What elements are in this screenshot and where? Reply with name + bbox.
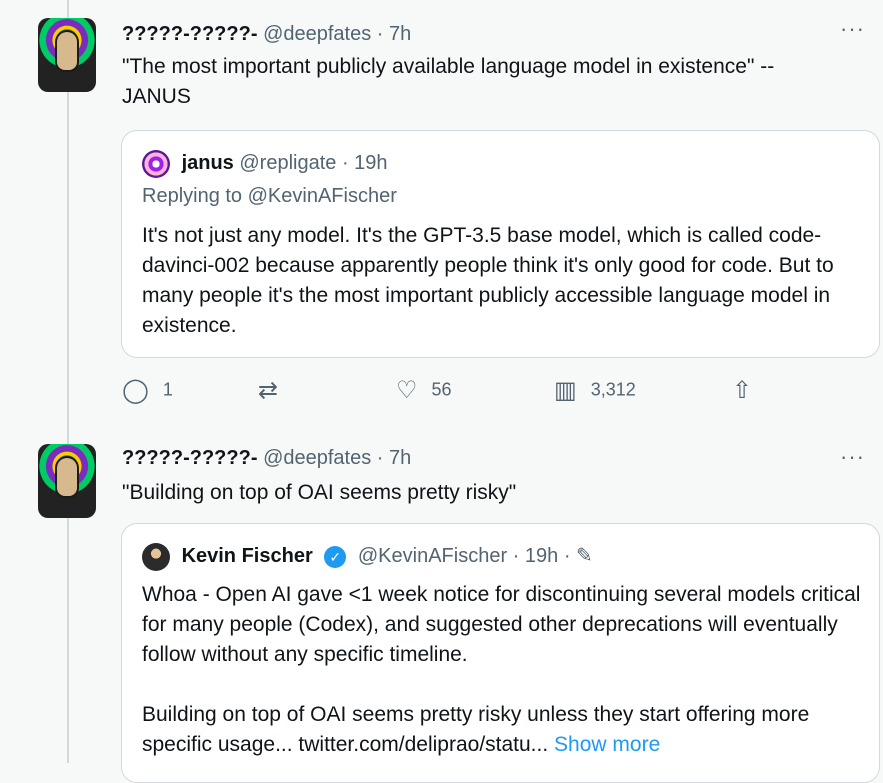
like-count: 56: [431, 379, 452, 400]
author-name[interactable]: ?????-?????-: [122, 447, 258, 469]
retweet-button[interactable]: ⇄: [258, 376, 292, 405]
avatar[interactable]: [38, 18, 96, 92]
heart-icon: ♡: [396, 377, 418, 404]
quoted-author-handle: @repligate: [239, 152, 337, 174]
quoted-text-body: Building on top of OAI seems pretty risk…: [142, 703, 810, 756]
quoted-author-name: Kevin Fischer: [181, 545, 313, 567]
quoted-text: It's not just any model. It's the GPT-3.…: [142, 224, 834, 337]
tweet-header: ?????-?????- @deepfates · 7h: [122, 444, 411, 472]
like-button[interactable]: ♡ 56: [396, 376, 452, 405]
views-button[interactable]: ▥ 3,312: [554, 376, 636, 405]
quoted-avatar: [142, 542, 170, 571]
author-handle[interactable]: @deepfates: [263, 23, 371, 45]
retweet-icon: ⇄: [258, 377, 279, 404]
quoted-author-name: janus: [181, 152, 234, 174]
reply-count: 1: [162, 379, 173, 400]
more-options-icon[interactable]: ···: [840, 444, 865, 470]
verified-icon: ✓: [324, 545, 347, 568]
share-icon: ⇧: [732, 377, 753, 404]
avatar[interactable]: [38, 444, 96, 518]
timestamp[interactable]: · 7h: [377, 447, 411, 469]
tweet[interactable]: ?????-?????- @deepfates · 7h ··· "The mo…: [0, 0, 883, 428]
more-options-icon[interactable]: ···: [840, 16, 865, 42]
tweet-text: "Building on top of OAI seems pretty ris…: [122, 481, 517, 504]
quoted-author-handle: @KevinAFischer: [357, 545, 508, 567]
tweet-header: ?????-?????- @deepfates · 7h: [122, 20, 411, 48]
quoted-avatar: [142, 149, 170, 178]
quoted-header: janus @repligate · 19h: [142, 149, 388, 178]
replying-to: Replying to @KevinAFischer: [142, 185, 397, 207]
author-handle[interactable]: @deepfates: [263, 447, 371, 469]
pencil-icon: ✎: [576, 545, 593, 567]
show-more-link[interactable]: Show more: [554, 733, 660, 756]
author-name[interactable]: ?????-?????-: [122, 23, 258, 45]
quoted-header: Kevin Fischer ✓ @KevinAFischer · 19h · ✎: [142, 542, 593, 571]
reply-button[interactable]: ◯ 1: [122, 376, 173, 405]
quoted-text-paragraph-1: Whoa - Open AI gave <1 week notice for d…: [142, 583, 861, 666]
quoted-timestamp: · 19h ·: [512, 545, 571, 567]
quoted-timestamp: · 19h: [341, 152, 388, 174]
tweet-actions: ◯ 1 ⇄ ♡ 56 ▥ 3,312 ⇧: [122, 368, 882, 418]
tweet[interactable]: ?????-?????- @deepfates · 7h ··· "Buildi…: [0, 428, 883, 783]
quoted-text-paragraph-2: Building on top of OAI seems pretty risk…: [142, 700, 872, 760]
views-count: 3,312: [590, 379, 636, 400]
timestamp[interactable]: · 7h: [377, 23, 411, 45]
share-button[interactable]: ⇧: [732, 376, 766, 405]
quoted-tweet[interactable]: janus @repligate · 19h Replying to @Kevi…: [121, 130, 880, 358]
tweet-text: "The most important publicly available l…: [122, 55, 775, 108]
quoted-tweet[interactable]: Kevin Fischer ✓ @KevinAFischer · 19h · ✎…: [121, 523, 880, 783]
views-icon: ▥: [554, 377, 577, 404]
reply-icon: ◯: [122, 377, 149, 404]
